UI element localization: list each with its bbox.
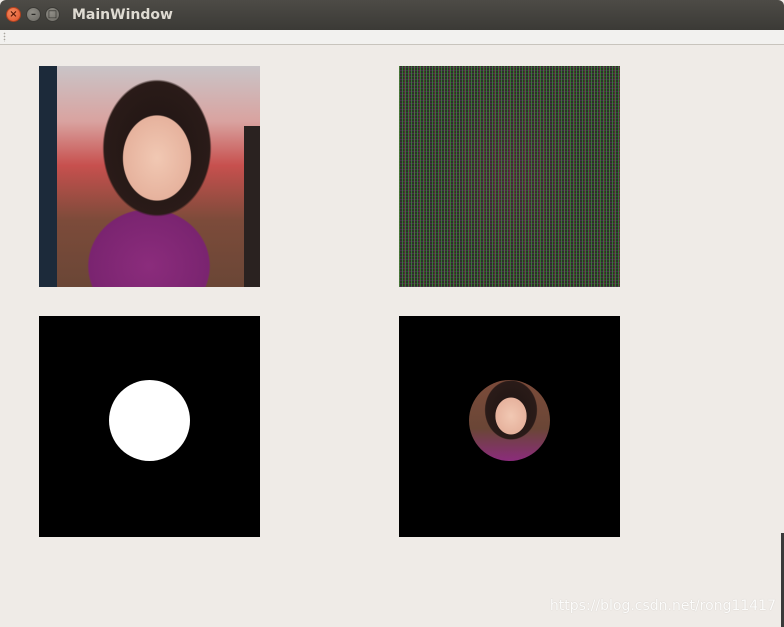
masked-result-panel: [399, 316, 620, 537]
photo-background-shadow: [244, 126, 260, 287]
window-title: MainWindow: [72, 7, 173, 23]
maximize-icon: □: [47, 8, 58, 20]
toolbar-area: [0, 30, 784, 45]
toolbar-grip-handle[interactable]: [3, 32, 6, 42]
scrambled-image-panel: [399, 66, 620, 287]
watermark-text: https://blog.csdn.net/rong11417: [549, 598, 776, 614]
original-image-panel: [39, 66, 260, 287]
close-icon: ×: [9, 8, 18, 20]
minimize-window-button[interactable]: –: [26, 7, 41, 22]
minimize-icon: –: [31, 8, 36, 20]
close-window-button[interactable]: ×: [6, 7, 21, 22]
masked-face-circle: [469, 380, 550, 461]
maximize-window-button[interactable]: □: [45, 7, 60, 22]
circle-mask-panel: [39, 316, 260, 537]
title-bar[interactable]: × – □ MainWindow: [0, 0, 784, 30]
mask-circle: [109, 380, 190, 461]
